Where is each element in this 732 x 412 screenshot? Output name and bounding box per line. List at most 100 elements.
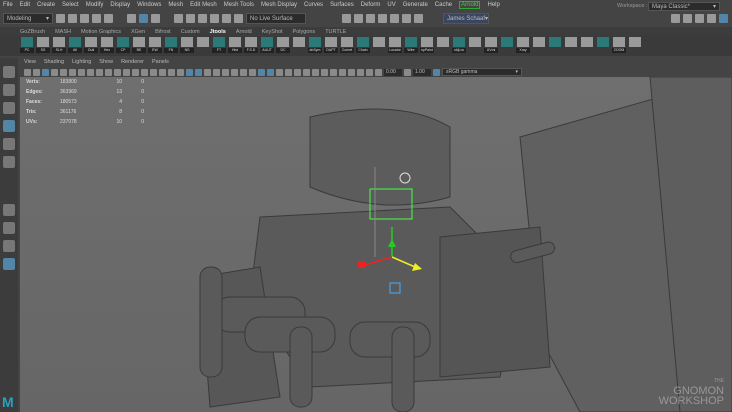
render-icon[interactable] bbox=[342, 14, 351, 23]
render-settings-icon[interactable] bbox=[378, 14, 387, 23]
snap-view-icon[interactable] bbox=[210, 14, 219, 23]
shelf-button-wire[interactable]: Wire bbox=[404, 37, 418, 55]
panel-toolbar-icon[interactable] bbox=[222, 68, 229, 76]
panel-toolbar-icon[interactable] bbox=[249, 68, 256, 76]
shelf-button-ss[interactable]: SS bbox=[36, 37, 50, 55]
snap-curve-icon[interactable] bbox=[186, 14, 195, 23]
panel-toolbar-icon[interactable] bbox=[123, 68, 130, 76]
panel-toolbar-icon[interactable] bbox=[213, 68, 220, 76]
panel-toolbar-icon[interactable] bbox=[375, 68, 382, 76]
color-management-icon[interactable] bbox=[433, 68, 440, 76]
snap-grid-icon[interactable] bbox=[174, 14, 183, 23]
panel-menu-renderer[interactable]: Renderer bbox=[121, 59, 144, 67]
panel-toolbar-icon[interactable] bbox=[204, 68, 211, 76]
gamma-field[interactable]: 1.00 bbox=[413, 68, 431, 76]
rotate-tool-icon[interactable] bbox=[3, 138, 15, 150]
open-scene-icon[interactable] bbox=[68, 14, 77, 23]
panel-toolbar-icon[interactable] bbox=[24, 68, 31, 76]
arnold-render-icon[interactable] bbox=[402, 14, 411, 23]
undo-icon[interactable] bbox=[92, 14, 101, 23]
panel-toolbar-icon[interactable] bbox=[78, 68, 85, 76]
select-tool-icon[interactable] bbox=[3, 66, 15, 78]
human-ik-icon[interactable] bbox=[683, 14, 692, 23]
shelf-button-zoom[interactable]: ZOOM bbox=[612, 37, 626, 55]
snap-point-icon[interactable] bbox=[198, 14, 207, 23]
shelf-button-outl[interactable]: Outl bbox=[84, 37, 98, 55]
menu-file[interactable]: File bbox=[3, 2, 13, 8]
shelf-button-slh[interactable]: SLH bbox=[52, 37, 66, 55]
shelf-button-all[interactable]: All bbox=[68, 37, 82, 55]
shelf-button[interactable] bbox=[196, 37, 210, 55]
shelf-button-hist[interactable]: Hist bbox=[228, 37, 242, 55]
shelf-button-dapt[interactable]: DAPT bbox=[324, 37, 338, 55]
hypershade-icon[interactable] bbox=[390, 14, 399, 23]
live-surface-field[interactable]: No Live Surface bbox=[246, 13, 306, 24]
single-pane-icon[interactable] bbox=[3, 204, 15, 216]
shelf-button-xray[interactable]: Xray bbox=[516, 37, 530, 55]
menu-windows[interactable]: Windows bbox=[137, 2, 161, 8]
channel-box-icon[interactable] bbox=[695, 14, 704, 23]
panel-toolbar-icon[interactable] bbox=[285, 68, 292, 76]
menu-edit-mesh[interactable]: Edit Mesh bbox=[190, 2, 217, 8]
menu-mesh[interactable]: Mesh bbox=[168, 2, 183, 8]
save-scene-icon[interactable] bbox=[80, 14, 89, 23]
panel-toolbar-icon[interactable] bbox=[42, 68, 49, 76]
shelf-button-pc[interactable]: PC bbox=[20, 37, 34, 55]
shelf-button-cp[interactable]: CP bbox=[116, 37, 130, 55]
menu-arnold[interactable]: Arnold bbox=[459, 1, 481, 9]
menu-cache[interactable]: Cache bbox=[435, 2, 452, 8]
shelf-button-locator[interactable]: Locator bbox=[388, 37, 402, 55]
outliner-layout-icon[interactable] bbox=[3, 240, 15, 252]
scale-tool-icon[interactable] bbox=[3, 156, 15, 168]
panel-toolbar-icon[interactable] bbox=[303, 68, 310, 76]
panel-toolbar-icon[interactable] bbox=[105, 68, 112, 76]
menu-uv[interactable]: UV bbox=[387, 2, 395, 8]
panel-toolbar-icon[interactable] bbox=[186, 68, 193, 76]
shelf-button-objloc[interactable]: objLoc bbox=[452, 37, 466, 55]
panel-toolbar-icon[interactable] bbox=[276, 68, 283, 76]
panel-toolbar-icon[interactable] bbox=[330, 68, 337, 76]
shelf-tab-bifrost[interactable]: Bifrost bbox=[155, 29, 171, 35]
shelf-tab-mash[interactable]: MASH bbox=[55, 29, 71, 35]
custom-layout-icon[interactable] bbox=[3, 258, 15, 270]
shelf-button-dc[interactable]: DC bbox=[276, 37, 290, 55]
shelf-button[interactable] bbox=[372, 37, 386, 55]
menu-mesh-tools[interactable]: Mesh Tools bbox=[224, 2, 254, 8]
panel-toolbar-icon[interactable] bbox=[348, 68, 355, 76]
move-tool-icon[interactable] bbox=[3, 120, 15, 132]
shelf-tab-jtools[interactable]: Jtools bbox=[210, 29, 226, 35]
panel-toolbar-icon[interactable] bbox=[240, 68, 247, 76]
panel-toolbar-icon[interactable] bbox=[168, 68, 175, 76]
shelf-button-ft[interactable]: FT bbox=[212, 37, 226, 55]
menu-help[interactable]: Help bbox=[487, 2, 499, 8]
panel-toolbar-icon[interactable] bbox=[258, 68, 265, 76]
tool-settings-icon[interactable] bbox=[719, 14, 728, 23]
mode-selector[interactable]: Modeling ▾ bbox=[3, 13, 53, 24]
pause-icon[interactable] bbox=[414, 14, 423, 23]
color-space-selector[interactable]: sRGB gamma ▾ bbox=[442, 68, 522, 76]
shelf-tab-motion-graphics[interactable]: Motion Graphics bbox=[81, 29, 121, 35]
shelf-tab-custom[interactable]: Custom bbox=[181, 29, 200, 35]
shelf-button[interactable] bbox=[468, 37, 482, 55]
lasso-tool-icon[interactable] bbox=[3, 84, 15, 96]
new-scene-icon[interactable] bbox=[56, 14, 65, 23]
attribute-editor-icon[interactable] bbox=[707, 14, 716, 23]
shelf-tab-keyshot[interactable]: KeyShot bbox=[262, 29, 283, 35]
shelf-button-absym[interactable]: abSym bbox=[308, 37, 322, 55]
render-view-icon[interactable] bbox=[354, 14, 363, 23]
shelf-button[interactable] bbox=[596, 37, 610, 55]
redo-icon[interactable] bbox=[104, 14, 113, 23]
shelf-button-chain[interactable]: Chain bbox=[356, 37, 370, 55]
shelf-button[interactable] bbox=[436, 37, 450, 55]
panel-toolbar-icon[interactable] bbox=[60, 68, 67, 76]
menu-mesh-display[interactable]: Mesh Display bbox=[261, 2, 297, 8]
panel-toolbar-icon[interactable] bbox=[267, 68, 274, 76]
shelf-button-fsd[interactable]: F.S.D bbox=[244, 37, 258, 55]
user-account[interactable]: James Schaaf ▾ bbox=[443, 13, 489, 24]
shelf-button[interactable] bbox=[628, 37, 642, 55]
panel-toolbar-icon[interactable] bbox=[96, 68, 103, 76]
exposure-field[interactable]: 0.00 bbox=[384, 68, 402, 76]
menu-curves[interactable]: Curves bbox=[304, 2, 323, 8]
panel-toolbar-icon[interactable] bbox=[150, 68, 157, 76]
shelf-tab-xgen[interactable]: XGen bbox=[131, 29, 145, 35]
